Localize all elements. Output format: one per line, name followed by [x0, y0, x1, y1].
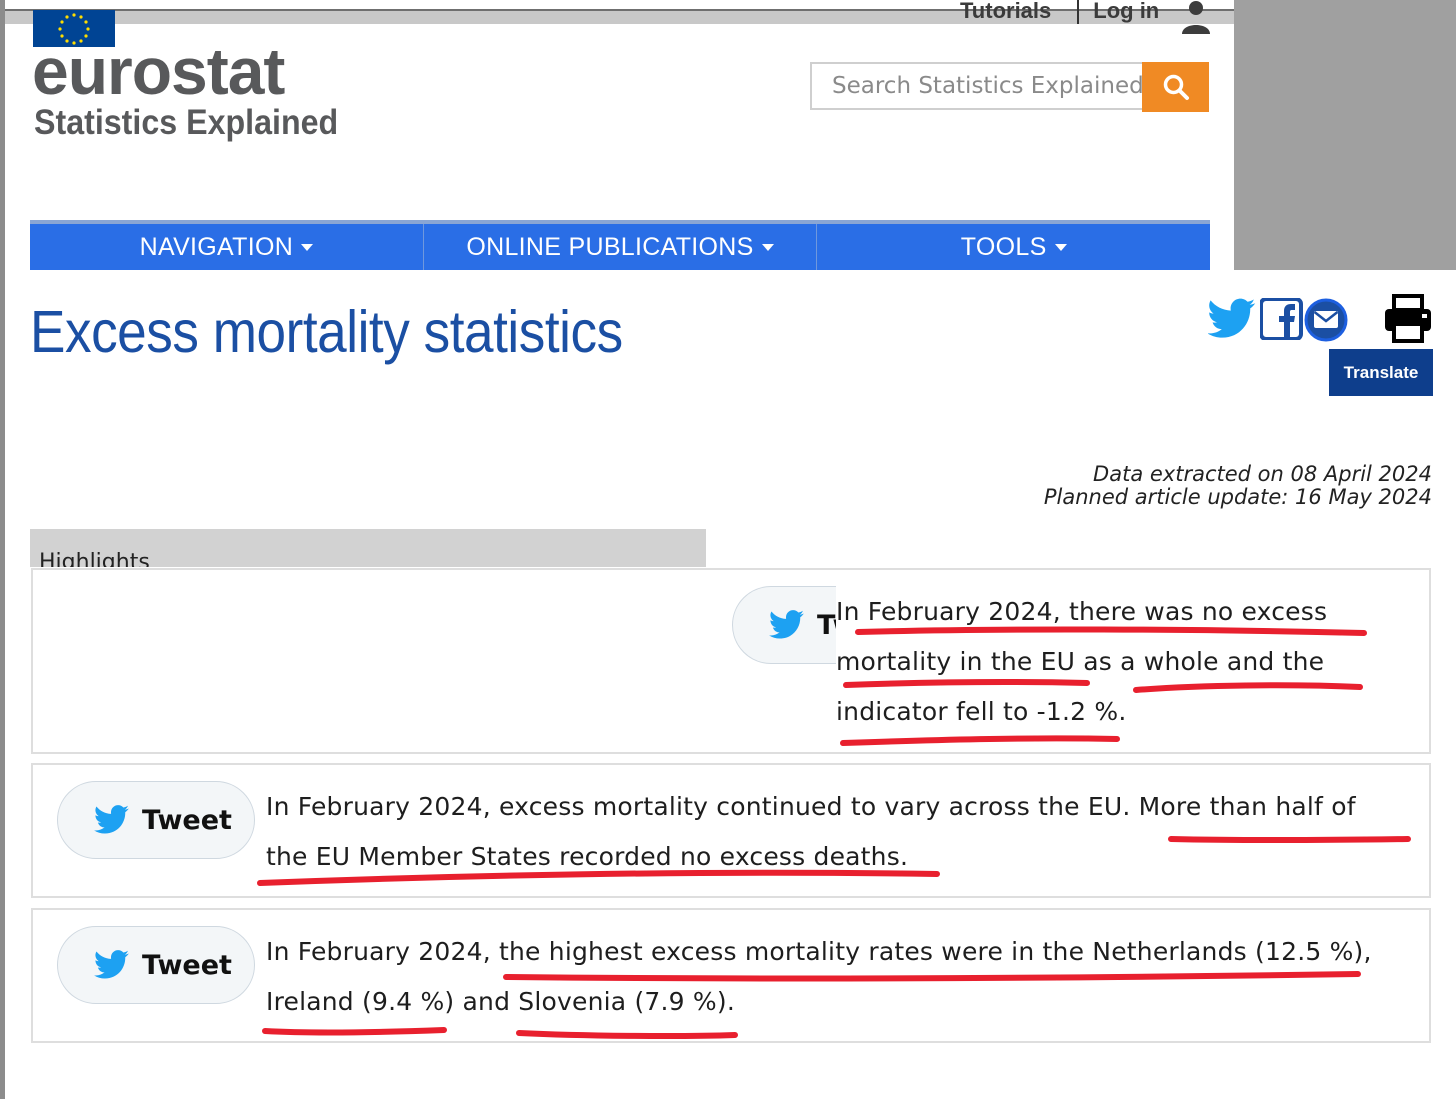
highlight-line: Ireland (9.4 %) and Slovenia (7.9 %). [266, 987, 735, 1016]
highlight-text: In February 2024, the highest excess mor… [266, 927, 1372, 1027]
caret-down-icon [301, 243, 314, 251]
twitter-icon[interactable] [1207, 297, 1256, 341]
caret-down-icon [761, 243, 774, 251]
tweet-label: Tweet [817, 609, 836, 641]
search-icon [1163, 74, 1189, 100]
planned-update-date: Planned article update: 16 May 2024 [1043, 485, 1432, 509]
user-icon[interactable] [1180, 0, 1212, 34]
facebook-icon[interactable] [1259, 297, 1304, 341]
search-input[interactable] [812, 64, 1142, 108]
caret-down-icon [1054, 243, 1067, 251]
highlight-text: In February 2024, excess mortality conti… [266, 782, 1356, 882]
nav-online-publications-label: ONLINE PUBLICATIONS [466, 232, 754, 261]
logo-subtitle: Statistics Explained [34, 103, 339, 142]
nav-tools-label: TOOLS [960, 232, 1047, 261]
nav-tools[interactable]: TOOLS [817, 224, 1210, 270]
tutorials-link[interactable]: Tutorials [960, 0, 1051, 24]
highlight-line: In February 2024, excess mortality conti… [266, 792, 1356, 821]
highlight-line: indicator fell to -1.2 %. [836, 697, 1127, 726]
highlight-line: mortality in the EU as a whole and the [836, 647, 1325, 676]
highlight-text: In February 2024, there was no excess mo… [836, 587, 1327, 737]
side-gray-area [1234, 0, 1456, 270]
tweet-button[interactable]: Tweet [732, 586, 836, 664]
login-link[interactable]: Log in [1093, 0, 1159, 24]
search-field [810, 62, 1144, 110]
highlights-label: Highlights [39, 550, 150, 567]
page-title: Excess mortality statistics [30, 299, 623, 365]
top-links: Tutorials Log in [960, 0, 1159, 24]
email-icon[interactable] [1302, 297, 1350, 343]
tweet-button-clip: Tweet [732, 586, 836, 666]
tweet-button[interactable]: Tweet [57, 781, 255, 859]
translate-button[interactable]: Translate [1329, 349, 1433, 396]
highlights-tab[interactable]: Highlights [30, 529, 706, 567]
main-nav: NAVIGATION ONLINE PUBLICATIONS TOOLS [30, 220, 1210, 270]
tweet-button[interactable]: Tweet [57, 926, 255, 1004]
data-extracted-date: Data extracted on 08 April 2024 [1093, 462, 1432, 486]
article-meta: Data extracted on 08 April 2024 Planned … [1044, 463, 1432, 509]
print-icon[interactable] [1382, 294, 1434, 344]
tweet-label: Tweet [142, 804, 232, 836]
tweet-label: Tweet [142, 949, 232, 981]
search-button[interactable] [1142, 62, 1209, 112]
top-links-divider [1077, 0, 1080, 24]
twitter-icon [94, 805, 129, 834]
eurostat-logo[interactable]: eurostat [32, 34, 285, 108]
nav-navigation-label: NAVIGATION [139, 232, 294, 261]
highlight-line: the EU Member States recorded no excess … [266, 842, 909, 871]
nav-navigation[interactable]: NAVIGATION [30, 224, 424, 270]
twitter-icon [769, 610, 804, 639]
highlight-line: In February 2024, the highest excess mor… [266, 937, 1372, 966]
nav-online-publications[interactable]: ONLINE PUBLICATIONS [424, 224, 818, 270]
twitter-icon [94, 950, 129, 979]
highlight-line: In February 2024, there was no excess [836, 597, 1328, 626]
